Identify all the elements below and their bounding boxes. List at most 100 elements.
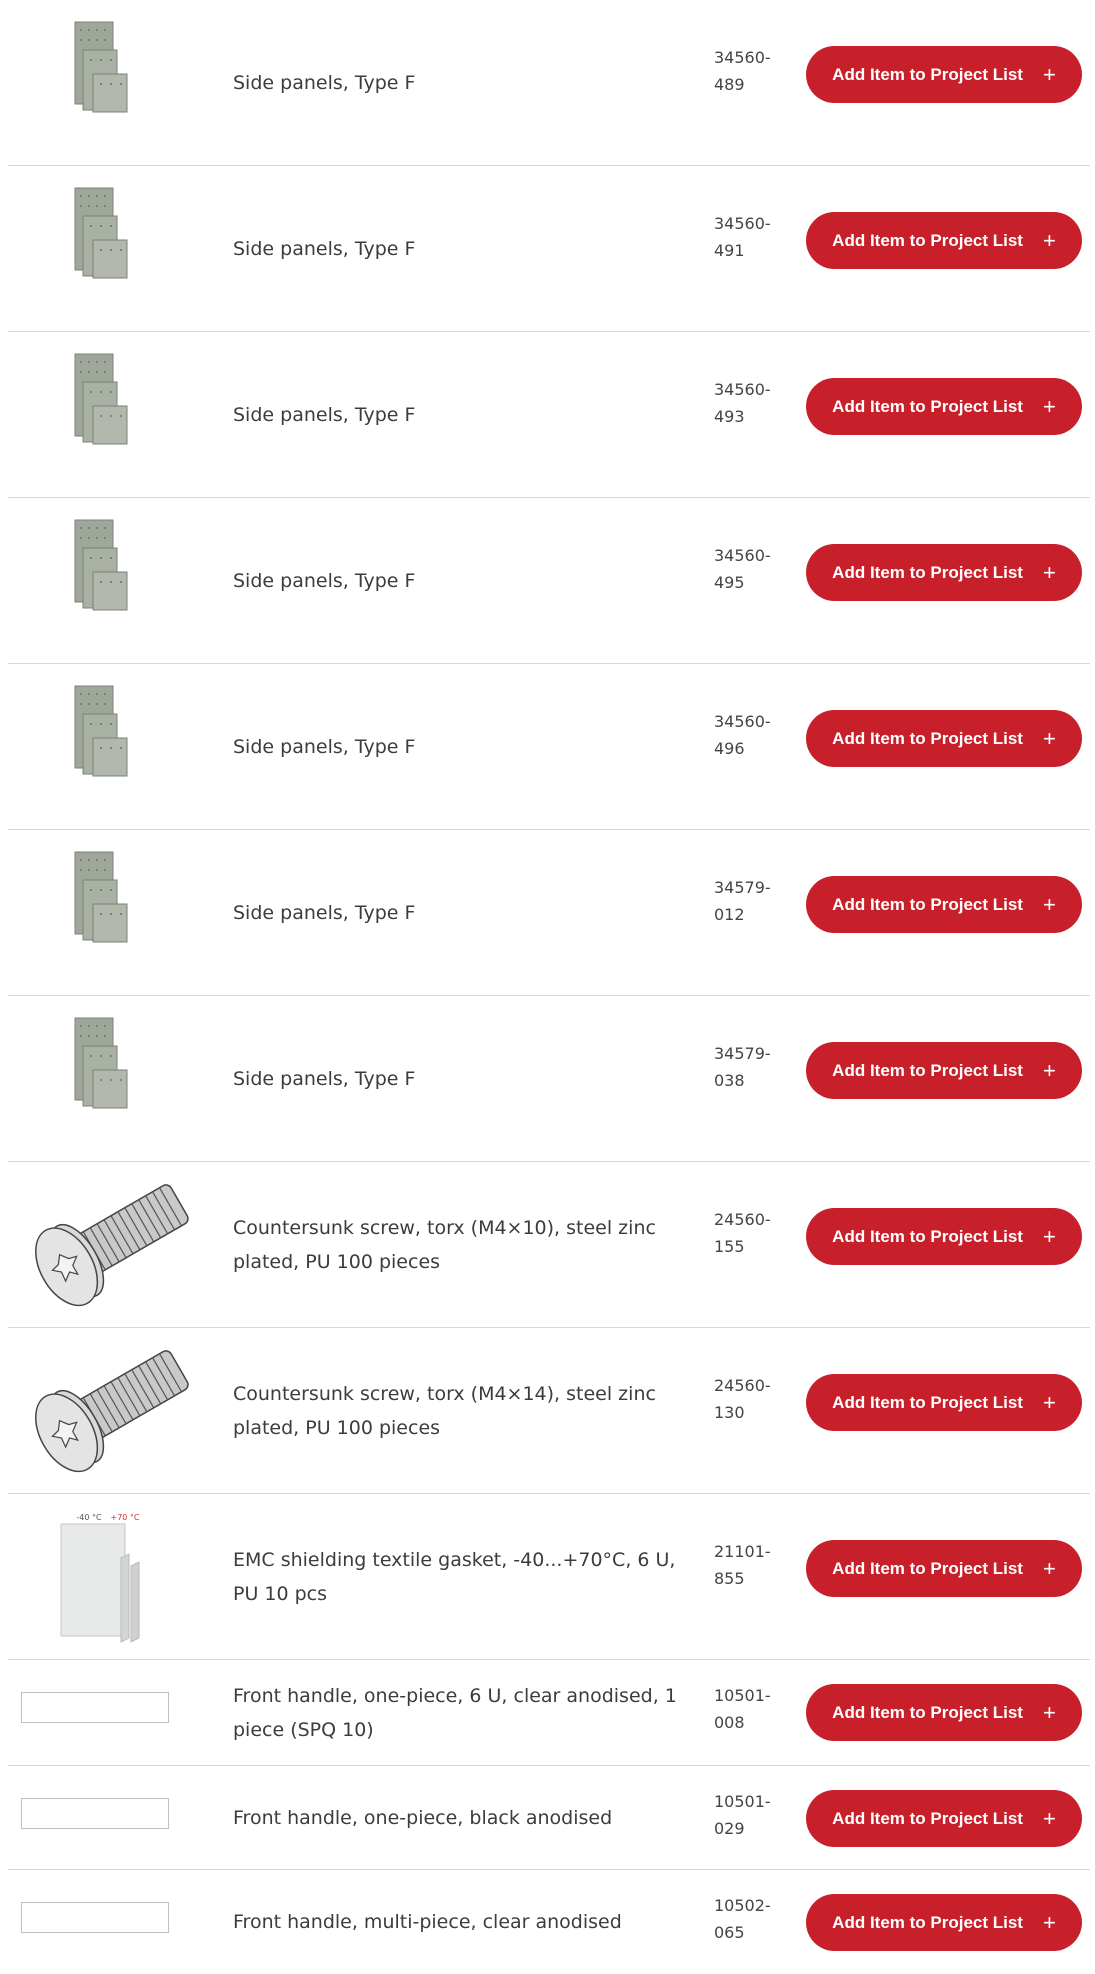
plus-icon: + (1042, 1223, 1056, 1249)
button-label: Add Item to Project List (832, 1702, 1023, 1722)
part-number: 34560- 489 (714, 44, 784, 98)
product-row: Side panels, Type F 34579- 012 Add Item t… (8, 830, 1090, 996)
part-number-line: 493 (714, 407, 745, 426)
part-number: 34560- 493 (714, 376, 784, 430)
button-label: Add Item to Project List (832, 894, 1023, 914)
product-row: Countersunk screw, torx (M4×10), steel z… (8, 1162, 1090, 1328)
add-to-project-list-button[interactable]: Add Item to Project List + (806, 1894, 1082, 1951)
plus-icon: + (1042, 559, 1056, 585)
button-label: Add Item to Project List (832, 1808, 1023, 1828)
product-description: EMC shielding textile gasket, -40...+70°… (233, 1549, 676, 1605)
image-placeholder (21, 1692, 169, 1723)
part-number-line: 489 (714, 75, 745, 94)
add-to-project-list-button[interactable]: Add Item to Project List + (806, 876, 1082, 933)
add-to-project-list-button[interactable]: Add Item to Project List + (806, 1208, 1082, 1265)
part-number-line: 008 (714, 1713, 745, 1732)
add-to-project-list-button[interactable]: Add Item to Project List + (806, 710, 1082, 767)
part-number-line: 24560- (714, 1210, 771, 1229)
part-number-line: 34579- (714, 878, 771, 897)
side-panel-image (21, 838, 199, 986)
add-to-project-list-button[interactable]: Add Item to Project List + (806, 212, 1082, 269)
add-to-project-list-button[interactable]: Add Item to Project List + (806, 544, 1082, 601)
part-number: 34560- 491 (714, 210, 784, 264)
part-number-line: 10501- (714, 1792, 771, 1811)
image-placeholder (21, 1902, 169, 1933)
part-number-line: 038 (714, 1071, 745, 1090)
add-to-project-list-button[interactable]: Add Item to Project List + (806, 1374, 1082, 1431)
plus-icon: + (1042, 1909, 1056, 1935)
product-row: Side panels, Type F 34560- 495 Add Item t… (8, 498, 1090, 664)
add-to-project-list-button[interactable]: Add Item to Project List + (806, 378, 1082, 435)
part-number: 10502- 065 (714, 1892, 784, 1946)
side-panel-image (21, 174, 199, 322)
side-panel-image (21, 506, 199, 654)
product-description: Front handle, multi-piece, clear anodise… (233, 1911, 622, 1933)
plus-icon: + (1042, 227, 1056, 253)
part-number-line: 10502- (714, 1896, 771, 1915)
product-row: Side panels, Type F 34579- 038 Add Item t… (8, 996, 1090, 1162)
button-label: Add Item to Project List (832, 1912, 1023, 1932)
part-number: 34560- 495 (714, 542, 784, 596)
image-placeholder (21, 1798, 169, 1829)
add-to-project-list-button[interactable]: Add Item to Project List + (806, 46, 1082, 103)
side-panel-image (21, 672, 199, 820)
screw-image (21, 1170, 199, 1318)
part-number: 10501- 008 (714, 1682, 784, 1736)
gasket-label-cold: -40 °C (76, 1513, 102, 1522)
part-number-line: 34560- (714, 712, 771, 731)
part-number-line: 065 (714, 1923, 745, 1942)
plus-icon: + (1042, 1555, 1056, 1581)
part-number-line: 34560- (714, 380, 771, 399)
side-panel-image (21, 1004, 199, 1152)
button-label: Add Item to Project List (832, 64, 1023, 84)
button-label: Add Item to Project List (832, 1060, 1023, 1080)
product-description: Countersunk screw, torx (M4×14), steel z… (233, 1383, 656, 1439)
side-panel-image (21, 8, 199, 156)
button-label: Add Item to Project List (832, 1226, 1023, 1246)
gasket-image: -40 °C +70 °C (21, 1502, 199, 1650)
product-row: Countersunk screw, torx (M4×14), steel z… (8, 1328, 1090, 1494)
add-to-project-list-button[interactable]: Add Item to Project List + (806, 1042, 1082, 1099)
part-number-line: 495 (714, 573, 745, 592)
plus-icon: + (1042, 393, 1056, 419)
part-number: 34579- 038 (714, 1040, 784, 1094)
part-number-line: 24560- (714, 1376, 771, 1395)
product-description: Side panels, Type F (233, 72, 416, 94)
product-description: Side panels, Type F (233, 736, 416, 758)
button-label: Add Item to Project List (832, 562, 1023, 582)
plus-icon: + (1042, 1057, 1056, 1083)
part-number-line: 012 (714, 905, 745, 924)
product-description: Side panels, Type F (233, 570, 416, 592)
product-description: Side panels, Type F (233, 1068, 416, 1090)
product-description: Front handle, one-piece, black anodised (233, 1807, 613, 1829)
plus-icon: + (1042, 725, 1056, 751)
part-number-line: 34560- (714, 48, 771, 67)
product-row: Front handle, one-piece, 6 U, clear anod… (8, 1660, 1090, 1766)
screw-image (21, 1336, 199, 1484)
product-description: Side panels, Type F (233, 902, 416, 924)
product-description: Countersunk screw, torx (M4×10), steel z… (233, 1217, 656, 1273)
part-number: 34579- 012 (714, 874, 784, 928)
plus-icon: + (1042, 1699, 1056, 1725)
part-number-line: 496 (714, 739, 745, 758)
product-row: -40 °C +70 °C EMC shielding textile gask… (8, 1494, 1090, 1660)
part-number: 34560- 496 (714, 708, 784, 762)
product-description: Side panels, Type F (233, 238, 416, 260)
button-label: Add Item to Project List (832, 1558, 1023, 1578)
part-number-line: 21101- (714, 1542, 771, 1561)
product-description: Side panels, Type F (233, 404, 416, 426)
part-number: 10501- 029 (714, 1788, 784, 1842)
side-panel-image (21, 340, 199, 488)
part-number: 24560- 155 (714, 1206, 784, 1260)
part-number-line: 855 (714, 1569, 745, 1588)
part-number: 21101- 855 (714, 1538, 784, 1592)
button-label: Add Item to Project List (832, 1392, 1023, 1412)
button-label: Add Item to Project List (832, 396, 1023, 416)
add-to-project-list-button[interactable]: Add Item to Project List + (806, 1684, 1082, 1741)
part-number-line: 34560- (714, 546, 771, 565)
add-to-project-list-button[interactable]: Add Item to Project List + (806, 1540, 1082, 1597)
product-row: Front handle, multi-piece, clear anodise… (8, 1870, 1090, 1974)
part-number-line: 029 (714, 1819, 745, 1838)
product-description: Front handle, one-piece, 6 U, clear anod… (233, 1685, 677, 1741)
add-to-project-list-button[interactable]: Add Item to Project List + (806, 1790, 1082, 1847)
